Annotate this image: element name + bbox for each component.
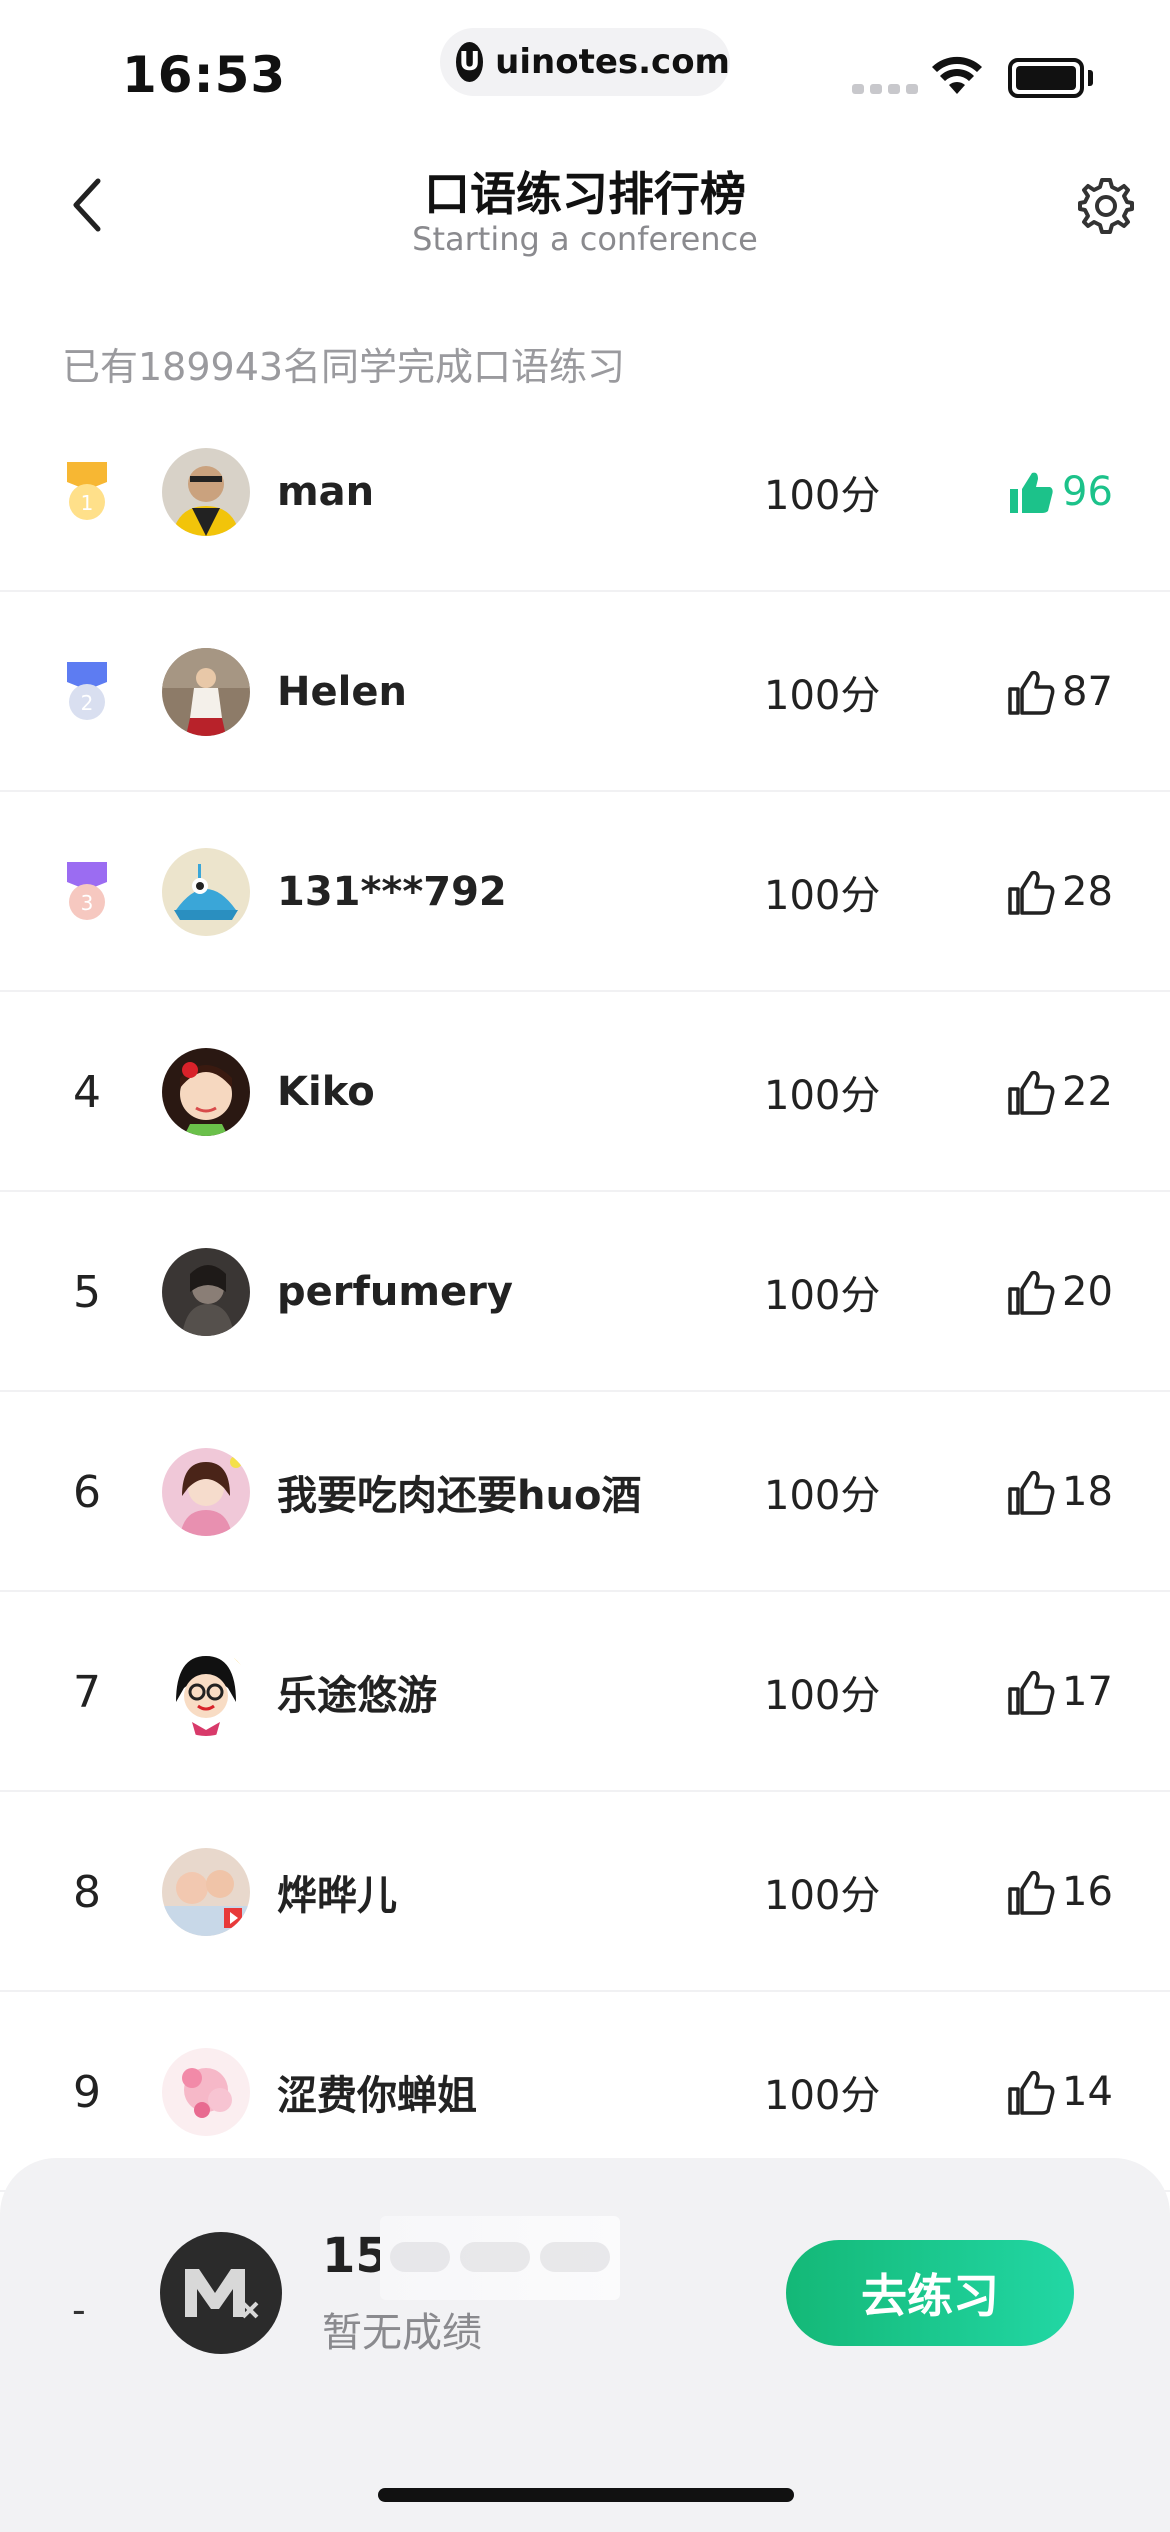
avatar[interactable] xyxy=(162,1448,250,1536)
medal-icon: 1 xyxy=(67,462,107,520)
avatar[interactable] xyxy=(162,2048,250,2136)
user-score: 100分 xyxy=(764,1273,881,1319)
my-score-status: 暂无成绩 xyxy=(322,2310,482,2356)
svg-text:2: 2 xyxy=(81,691,94,715)
like-count: 17 xyxy=(1062,1669,1113,1715)
user-score: 100分 xyxy=(764,873,881,919)
thumbs-up-icon xyxy=(1006,1666,1058,1718)
go-practice-button[interactable]: 去练习 xyxy=(786,2240,1074,2346)
page-title: 口语练习排行榜 xyxy=(424,167,746,221)
rank-number: 7 xyxy=(73,1666,101,1718)
avatar[interactable] xyxy=(162,1248,250,1336)
page-subtitle: Starting a conference xyxy=(412,220,758,258)
user-score: 100分 xyxy=(764,1873,881,1919)
rank-number: 6 xyxy=(73,1466,101,1518)
like-button[interactable]: 96 xyxy=(1006,392,1156,592)
list-item[interactable]: 5 perfumery 100分 20 xyxy=(0,1192,1170,1392)
thumbs-up-icon xyxy=(1006,866,1058,918)
url-pill[interactable]: U uinotes.com xyxy=(440,28,730,96)
user-score: 100分 xyxy=(764,673,881,719)
svg-text:3: 3 xyxy=(81,891,94,915)
avatar[interactable] xyxy=(162,1648,250,1736)
avatar[interactable] xyxy=(162,448,250,536)
thumbs-up-icon xyxy=(1006,666,1058,718)
like-count: 14 xyxy=(1062,2069,1113,2115)
user-name: perfumery xyxy=(277,1269,513,1315)
summary-text: 已有189943名同学完成口语练习 xyxy=(62,345,626,389)
my-rank: - xyxy=(72,2288,86,2332)
user-score: 100分 xyxy=(764,1073,881,1119)
status-bar: 16:53 U uinotes.com xyxy=(0,0,1170,130)
redacted-blur xyxy=(380,2216,620,2300)
user-name: man xyxy=(277,469,375,515)
my-phone-number: 15 xyxy=(322,2228,389,2284)
list-item[interactable]: 1 man 100分 96 xyxy=(0,392,1170,592)
avatar[interactable] xyxy=(160,2232,282,2354)
like-button[interactable]: 28 xyxy=(1006,792,1156,992)
list-item[interactable]: 7 乐途悠游 100分 17 xyxy=(0,1592,1170,1792)
status-time: 16:53 xyxy=(122,46,287,104)
rank-number: 5 xyxy=(73,1266,101,1318)
like-count: 22 xyxy=(1062,1069,1113,1115)
avatar[interactable] xyxy=(162,1048,250,1136)
user-score: 100分 xyxy=(764,473,881,519)
settings-button[interactable] xyxy=(1070,170,1140,240)
thumbs-up-icon xyxy=(1006,2066,1058,2118)
rank-medal-bronze: 3 xyxy=(52,792,122,992)
like-count: 18 xyxy=(1062,1469,1113,1515)
user-name: 我要吃肉还要huo酒 xyxy=(277,1473,642,1519)
rank-number: 4 xyxy=(73,1066,101,1118)
list-item[interactable]: 4 Kiko 100分 22 xyxy=(0,992,1170,1192)
rank-medal-silver: 2 xyxy=(52,592,122,792)
thumbs-up-icon xyxy=(1006,1066,1058,1118)
like-count: 16 xyxy=(1062,1869,1113,1915)
battery-icon xyxy=(1008,58,1084,98)
url-text: uinotes.com xyxy=(495,42,730,82)
medal-icon: 2 xyxy=(67,662,107,720)
like-count: 20 xyxy=(1062,1269,1113,1315)
thumbs-up-icon xyxy=(1006,1866,1058,1918)
user-name: Kiko xyxy=(277,1069,375,1115)
rank-number: 8 xyxy=(73,1866,101,1918)
list-item[interactable]: 6 我要吃肉还要huo酒 100分 18 xyxy=(0,1392,1170,1592)
like-count: 28 xyxy=(1062,869,1113,915)
like-count: 87 xyxy=(1062,669,1113,715)
like-button[interactable]: 16 xyxy=(1006,1792,1156,1992)
like-button[interactable]: 87 xyxy=(1006,592,1156,792)
mx-logo-icon xyxy=(185,2269,259,2319)
user-name: Helen xyxy=(277,669,407,715)
wifi-icon xyxy=(930,54,984,102)
like-button[interactable]: 17 xyxy=(1006,1592,1156,1792)
my-ranking-panel: - 15 暂无成绩 去练习 xyxy=(0,2158,1170,2532)
user-name: 烨晔儿 xyxy=(277,1873,397,1919)
svg-text:1: 1 xyxy=(81,491,94,515)
battery-tip xyxy=(1088,70,1093,86)
thumbs-up-icon xyxy=(1006,1466,1058,1518)
thumbs-up-icon xyxy=(1006,466,1058,518)
like-button[interactable]: 22 xyxy=(1006,992,1156,1192)
like-button[interactable]: 20 xyxy=(1006,1192,1156,1392)
avatar[interactable] xyxy=(162,1848,250,1936)
home-indicator xyxy=(378,2488,794,2502)
rank-medal-gold: 1 xyxy=(52,392,122,592)
avatar[interactable] xyxy=(162,648,250,736)
list-item[interactable]: 3 131***792 100分 28 xyxy=(0,792,1170,992)
like-count: 96 xyxy=(1062,469,1113,515)
like-button[interactable]: 18 xyxy=(1006,1392,1156,1592)
medal-icon: 3 xyxy=(67,862,107,920)
thumbs-up-icon xyxy=(1006,1266,1058,1318)
avatar[interactable] xyxy=(162,848,250,936)
user-name: 131***792 xyxy=(277,869,507,915)
site-logo-icon: U xyxy=(456,42,484,82)
cellular-signal-icon xyxy=(852,84,918,94)
user-name: 乐途悠游 xyxy=(277,1673,437,1719)
list-item[interactable]: 8 烨晔儿 100分 16 xyxy=(0,1792,1170,1992)
list-item[interactable]: 2 Helen 100分 87 xyxy=(0,592,1170,792)
user-score: 100分 xyxy=(764,1673,881,1719)
gear-icon xyxy=(1078,178,1134,234)
user-score: 100分 xyxy=(764,1473,881,1519)
